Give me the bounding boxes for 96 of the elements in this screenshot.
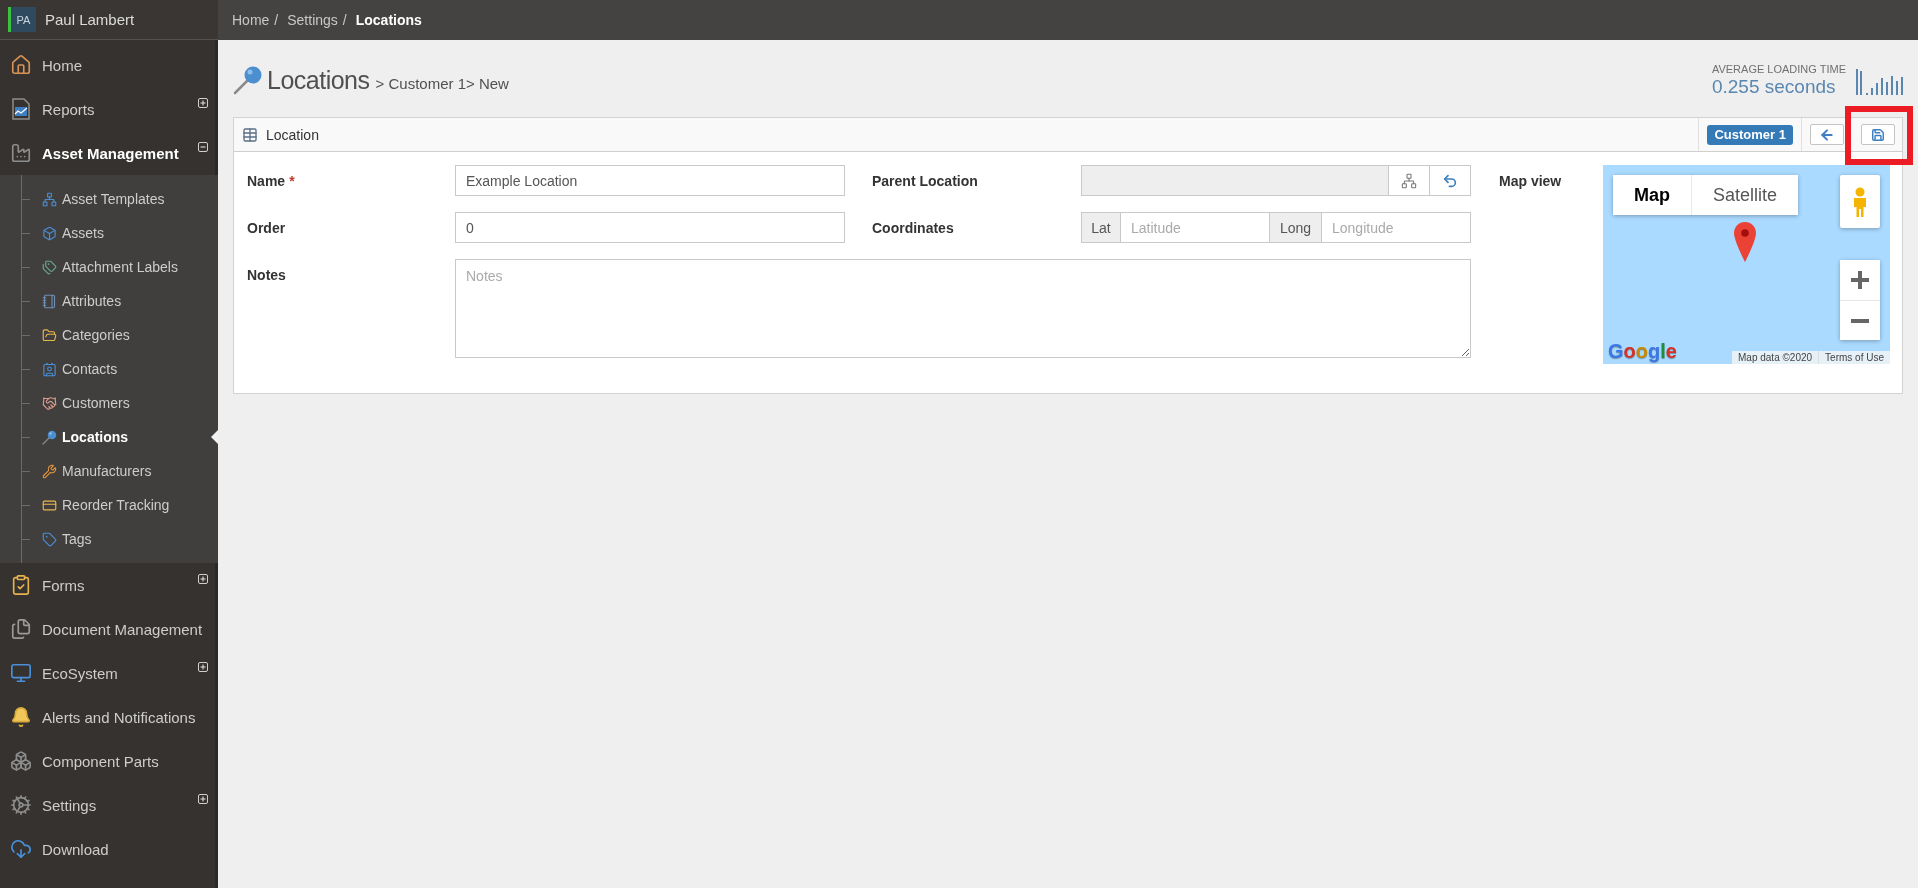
clipboard-check-icon bbox=[10, 574, 32, 596]
submenu-item[interactable]: Contacts bbox=[22, 352, 218, 386]
name-input[interactable]: Example Location bbox=[455, 165, 845, 196]
folder-icon bbox=[42, 327, 57, 343]
customer-badge: Customer 1 bbox=[1707, 124, 1793, 145]
breadcrumb-link[interactable]: Home bbox=[232, 12, 270, 28]
submenu-item[interactable]: Attachment Labels bbox=[22, 250, 218, 284]
nav-item[interactable]: Component Parts bbox=[0, 739, 218, 783]
person-icon bbox=[1852, 186, 1868, 217]
table-icon bbox=[242, 126, 258, 143]
arrow-left-icon bbox=[1819, 126, 1835, 143]
submenu-item[interactable]: Tags bbox=[22, 522, 218, 556]
notes-textarea[interactable]: Notes bbox=[455, 259, 1471, 358]
zoom-in-button[interactable] bbox=[1840, 260, 1880, 300]
notebook-icon bbox=[42, 293, 57, 309]
nav-item[interactable]: Alerts and Notifications bbox=[0, 695, 218, 739]
latitude-input[interactable]: Latitude bbox=[1121, 212, 1270, 243]
documents-icon bbox=[10, 618, 32, 640]
undo-button[interactable] bbox=[1430, 165, 1471, 196]
map-type-tab[interactable]: Satellite bbox=[1692, 175, 1799, 215]
field-label: Map view bbox=[1499, 172, 1563, 189]
order-input[interactable]: 0 bbox=[455, 212, 845, 243]
loading-time-value: 0.255 seconds bbox=[1711, 75, 1837, 98]
map-attribution: Map data ©2020 bbox=[1732, 351, 1819, 364]
tag-icon bbox=[42, 531, 57, 547]
longitude-input[interactable]: Longitude bbox=[1322, 212, 1471, 243]
map-marker-icon bbox=[1734, 222, 1756, 262]
nav-item[interactable]: EcoSystem bbox=[0, 651, 218, 695]
breadcrumb-link[interactable]: Settings bbox=[287, 12, 338, 28]
cloud-download-icon bbox=[10, 838, 32, 860]
user-name: Paul Lambert bbox=[45, 11, 135, 28]
save-icon bbox=[1871, 127, 1885, 142]
field-label: Notes bbox=[247, 266, 287, 283]
collapse-icon[interactable] bbox=[198, 142, 208, 152]
report-chart-icon bbox=[10, 98, 32, 120]
nav-item[interactable]: Forms bbox=[0, 563, 218, 607]
save-button[interactable] bbox=[1861, 124, 1895, 145]
hierarchy-button[interactable] bbox=[1389, 165, 1430, 196]
field-label: Parent Location bbox=[872, 172, 979, 189]
nav-item[interactable]: Reports bbox=[0, 87, 218, 131]
expand-icon[interactable] bbox=[198, 794, 208, 804]
terms-link[interactable]: Terms of Use bbox=[1818, 351, 1890, 364]
handshake-icon bbox=[42, 395, 57, 411]
bell-icon bbox=[10, 706, 32, 728]
submenu-item[interactable]: Attributes bbox=[22, 284, 218, 318]
nav-item[interactable]: Home bbox=[0, 43, 218, 87]
wrench-icon bbox=[42, 463, 57, 479]
field-label: Name * bbox=[247, 172, 296, 189]
sitemap-icon bbox=[1401, 172, 1417, 189]
back-button[interactable] bbox=[1810, 124, 1844, 145]
expand-icon[interactable] bbox=[198, 98, 208, 108]
pin-icon bbox=[233, 65, 263, 95]
loading-time-label: AVERAGE LOADING TIME bbox=[1711, 62, 1846, 76]
submenu-item[interactable]: Categories bbox=[22, 318, 218, 352]
submenu-item[interactable]: Manufacturers bbox=[22, 454, 218, 488]
contact-card-icon bbox=[42, 361, 57, 377]
tags-icon bbox=[42, 259, 57, 275]
nav-item[interactable]: Document Management bbox=[0, 607, 218, 651]
nav-item[interactable]: Asset Management bbox=[0, 131, 218, 175]
submenu-item[interactable]: Assets bbox=[22, 216, 218, 250]
submenu-item[interactable]: Reorder Tracking bbox=[22, 488, 218, 522]
user-avatar: PA bbox=[8, 7, 36, 32]
breadcrumb-separator: / bbox=[342, 12, 347, 28]
nav-item[interactable]: Download bbox=[0, 827, 218, 871]
submenu-item[interactable]: Asset Templates bbox=[22, 182, 218, 216]
submenu-item[interactable]: Locations bbox=[22, 420, 218, 454]
cube-icon bbox=[42, 225, 57, 241]
expand-icon[interactable] bbox=[198, 574, 208, 584]
expand-icon[interactable] bbox=[198, 662, 208, 672]
input-addon: Lat bbox=[1081, 212, 1121, 243]
card-icon bbox=[42, 497, 57, 513]
field-label: Coordinates bbox=[872, 219, 955, 236]
network-icon bbox=[42, 191, 57, 207]
nav-item[interactable]: Settings bbox=[0, 783, 218, 827]
map-type-tab[interactable]: Map bbox=[1613, 175, 1692, 215]
pin-icon bbox=[42, 429, 57, 445]
boxes-icon bbox=[10, 750, 32, 772]
field-label: Order bbox=[247, 219, 287, 236]
map-panel[interactable]: Map Satellite Google Map data ©2020 Terms of Use bbox=[1603, 165, 1890, 364]
bar-sparkline-icon bbox=[1856, 68, 1903, 95]
map-logo: Google bbox=[1608, 340, 1677, 363]
house-icon bbox=[10, 54, 32, 76]
minus-icon bbox=[1851, 318, 1869, 323]
input-addon: Long bbox=[1270, 212, 1322, 243]
submenu-item[interactable]: Customers bbox=[22, 386, 218, 420]
breadcrumb-separator: / bbox=[274, 12, 279, 28]
undo-icon bbox=[1442, 172, 1458, 189]
page-subtitle: > Customer 1> New bbox=[375, 74, 509, 92]
breadcrumb-link[interactable]: Locations bbox=[355, 12, 422, 28]
zoom-out-button[interactable] bbox=[1840, 300, 1880, 340]
plus-icon bbox=[1851, 271, 1869, 289]
factory-icon bbox=[10, 142, 32, 164]
settings-icon bbox=[10, 794, 32, 816]
monitor-icon bbox=[10, 662, 32, 684]
page-title: Locations bbox=[267, 65, 370, 95]
panel-title: Location bbox=[266, 126, 319, 143]
